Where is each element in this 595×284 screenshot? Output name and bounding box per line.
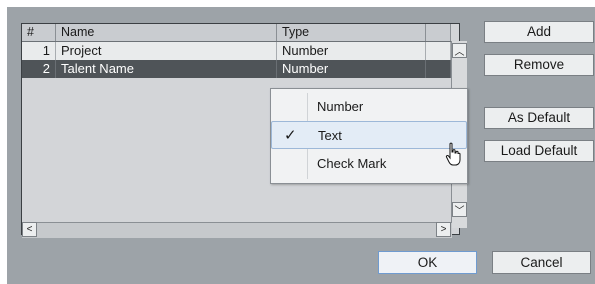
menu-item-text[interactable]: ✓ Text	[271, 121, 467, 149]
table-header: # Name Type	[22, 24, 451, 42]
row-name[interactable]: Talent Name	[56, 60, 277, 78]
row-type[interactable]: Number	[277, 60, 426, 78]
menu-item-number[interactable]: Number	[271, 93, 467, 121]
menu-item-label: Check Mark	[317, 156, 387, 171]
cancel-button[interactable]: Cancel	[492, 251, 591, 274]
menu-item-label: Text	[318, 128, 342, 143]
scroll-right-icon[interactable]: >	[436, 222, 451, 237]
row-filler	[426, 60, 451, 78]
hand-cursor-icon	[445, 142, 461, 166]
table-row-selected[interactable]: 2 Talent Name Number	[22, 60, 451, 78]
scroll-down-icon[interactable]: ﹀	[452, 202, 467, 217]
as-default-button[interactable]: As Default	[484, 107, 594, 129]
type-dropdown-menu: Number ✓ Text Check Mark	[270, 88, 468, 184]
menu-item-label: Number	[317, 99, 364, 114]
column-header-empty	[426, 24, 451, 41]
ok-button[interactable]: OK	[378, 251, 477, 274]
add-button[interactable]: Add	[484, 21, 594, 43]
remove-button[interactable]: Remove	[484, 54, 594, 76]
scroll-up-icon[interactable]: ︿	[452, 43, 467, 58]
row-index: 2	[22, 60, 56, 78]
column-header-name[interactable]: Name	[56, 24, 277, 41]
column-header-index[interactable]: #	[22, 24, 56, 41]
row-index: 1	[22, 42, 56, 60]
row-type[interactable]: Number	[277, 42, 426, 60]
load-default-button[interactable]: Load Default	[484, 140, 594, 162]
menu-item-check-mark[interactable]: Check Mark	[271, 150, 467, 178]
scroll-left-icon[interactable]: <	[22, 222, 37, 237]
table-row[interactable]: 1 Project Number	[22, 42, 451, 60]
horizontal-scrollbar[interactable]: < >	[22, 222, 452, 238]
checkmark-icon: ✓	[284, 127, 297, 144]
dialog: # Name Type 1 Project Number 2 Talent Na…	[7, 7, 595, 284]
column-header-type[interactable]: Type	[277, 24, 426, 41]
row-filler	[426, 42, 451, 60]
row-name[interactable]: Project	[56, 42, 277, 60]
